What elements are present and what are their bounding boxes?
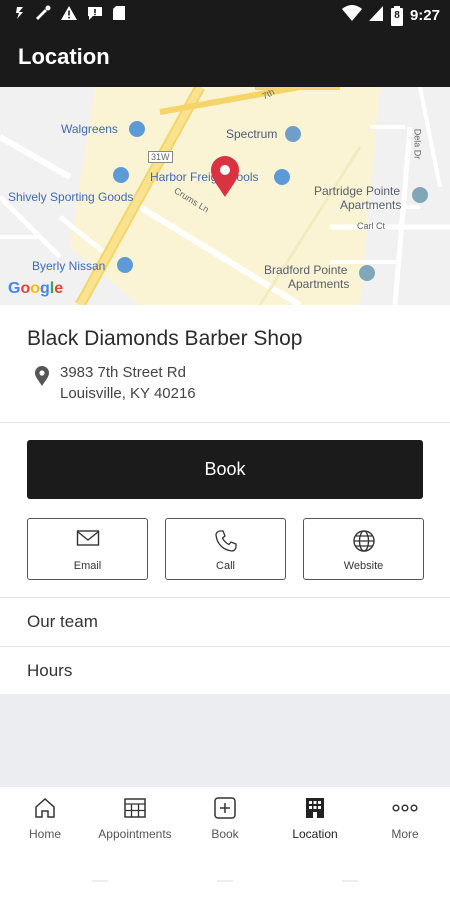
address-line-1: 3983 7th Street Rd (60, 364, 186, 381)
nav-home-hint (217, 880, 233, 882)
tab-appointments[interactable]: Appointments (90, 787, 180, 851)
nav-back-hint (92, 880, 108, 882)
bottom-tab-bar: Home Appointments Book Location More (0, 786, 450, 851)
map-label-partridge-1: Partridge Pointe (314, 184, 401, 198)
map-label-spectrum: Spectrum (226, 127, 278, 141)
tab-home[interactable]: Home (0, 787, 90, 851)
map-marker-icon (34, 365, 50, 392)
tab-book-label: Book (211, 827, 239, 841)
walgreens-poi-icon (129, 121, 145, 137)
envelope-icon (76, 529, 100, 552)
shively-poi-icon (113, 167, 129, 183)
map-label-byerly: Byerly Nissan (32, 259, 106, 273)
map-label-walgreens: Walgreens (61, 122, 118, 136)
hours-label: Hours (27, 661, 73, 680)
shop-name: Black Diamonds Barber Shop (27, 327, 303, 350)
website-button-label: Website (343, 560, 384, 572)
google-logo: Google (8, 280, 64, 297)
tab-more-label: More (391, 827, 419, 841)
map-label-bradford-1: Bradford Pointe (264, 263, 348, 277)
cell-signal-icon (368, 4, 384, 27)
plus-box-icon (213, 797, 237, 824)
battery-icon: 8 (390, 5, 404, 26)
website-button[interactable]: Website (303, 518, 424, 580)
byerly-poi-icon (117, 257, 133, 273)
spectrum-poi-icon (285, 126, 301, 142)
map-label-harbor-freight: Harbor Freight Tools (150, 170, 259, 184)
more-dots-icon (392, 797, 418, 824)
home-icon (33, 797, 57, 824)
tab-appointments-label: Appointments (98, 827, 172, 841)
phone-icon (214, 529, 238, 558)
shop-info: Black Diamonds Barber Shop 3983 7th Stre… (0, 305, 450, 423)
call-button[interactable]: Call (165, 518, 286, 580)
calendar-icon (123, 797, 147, 824)
partridge-poi-icon (412, 187, 428, 203)
tab-location-label: Location (292, 827, 338, 841)
our-team-label: Our team (27, 612, 98, 631)
tools-icon (34, 5, 52, 26)
harbor-poi-icon (274, 169, 290, 185)
app-bar: Location (0, 30, 450, 87)
tab-home-label: Home (28, 827, 61, 841)
call-button-label: Call (216, 560, 235, 572)
tab-book[interactable]: Book (180, 787, 270, 851)
bradford-poi-icon (359, 265, 375, 281)
chat-alert-icon (86, 5, 104, 26)
sync-icon (14, 5, 26, 26)
email-button-label: Email (73, 560, 102, 572)
address-line-2: Louisville, KY 40216 (60, 385, 196, 402)
our-team-row[interactable]: Our team (0, 597, 450, 646)
map-label-carl: Carl Ct (357, 221, 386, 231)
map-route-shield: 31W (148, 151, 173, 163)
map-label-dela: Dela Dr (412, 128, 423, 160)
tab-location[interactable]: Location (270, 787, 360, 851)
wifi-icon (341, 4, 362, 27)
map-view[interactable]: Walgreens Spectrum Harbor Freight Tools … (0, 87, 450, 305)
clock: 9:27 (409, 7, 440, 24)
warning-icon (60, 5, 78, 26)
email-button[interactable]: Email (27, 518, 148, 580)
building-icon (304, 797, 326, 824)
map-label-partridge-2: Apartments (340, 198, 402, 212)
battery-level: 8 (394, 9, 400, 21)
status-bar: 8 9:27 (0, 0, 450, 30)
tab-more[interactable]: More (360, 787, 450, 851)
map-label-bradford-2: Apartments (288, 277, 350, 291)
page-title: Location (18, 44, 110, 69)
map-label-shively: Shively Sporting Goods (8, 190, 134, 204)
empty-content-area (0, 694, 450, 786)
book-button[interactable]: Book (27, 440, 423, 499)
globe-icon (352, 529, 376, 558)
hours-row[interactable]: Hours (0, 646, 450, 695)
system-nav-bar (0, 850, 450, 900)
nav-recents-hint (342, 880, 358, 882)
sd-card-icon (112, 5, 126, 26)
